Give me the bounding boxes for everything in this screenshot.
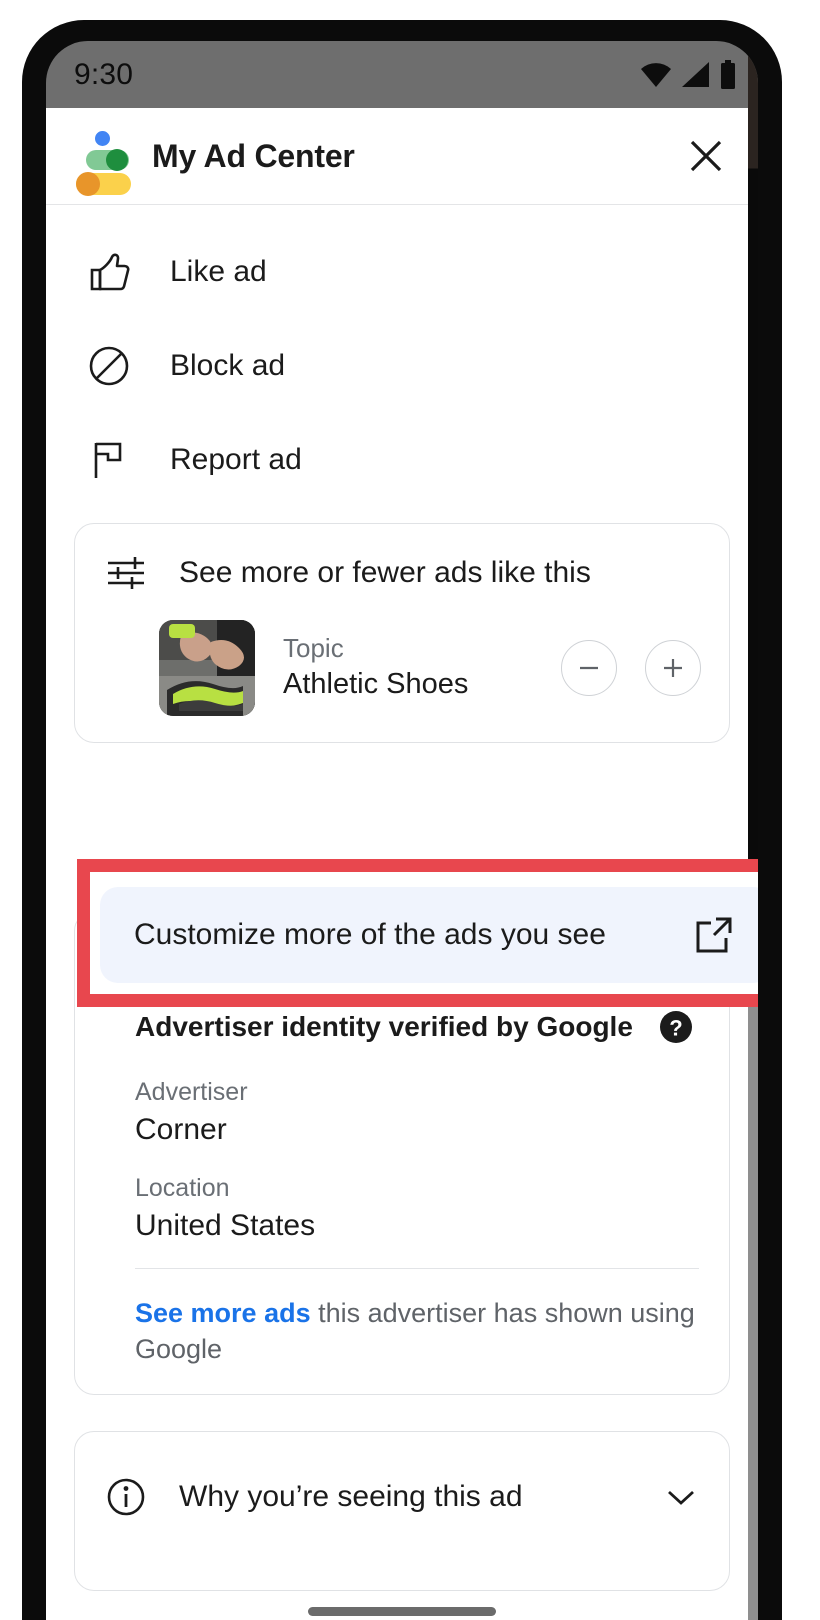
topic-kind-label: Topic	[283, 632, 344, 663]
open-in-new-icon	[691, 912, 737, 958]
page-title: My Ad Center	[152, 137, 355, 174]
tune-sliders-icon	[103, 550, 149, 596]
location-field: Location United States	[135, 1172, 699, 1246]
phone-screen: 9:30 My Ad Center Like ad Block ad Repor…	[46, 41, 758, 1620]
advertiser-field-value: Corner	[135, 1112, 227, 1146]
flag-icon	[86, 437, 132, 483]
divider	[135, 1268, 699, 1269]
phone-frame: 9:30 My Ad Center Like ad Block ad Repor…	[22, 20, 782, 1620]
see-more-ads-link[interactable]: See more ads	[135, 1298, 311, 1328]
thumb-up-icon	[86, 249, 132, 295]
status-icons	[640, 59, 736, 90]
home-indicator[interactable]	[308, 1607, 496, 1616]
about-advertiser-body: Advertiser identity verified by Google ?…	[75, 1004, 729, 1394]
advertiser-field: Advertiser Corner	[135, 1076, 699, 1150]
report-ad-label: Report ad	[170, 443, 302, 476]
see-more-ads-note: See more ads this advertiser has shown u…	[135, 1295, 699, 1368]
block-ad-row[interactable]: Block ad	[46, 319, 758, 413]
customize-ads-label: Customize more of the ads you see	[134, 918, 606, 951]
ad-preferences-title: See more or fewer ads like this	[179, 556, 591, 589]
my-ad-center-logo-icon	[76, 131, 131, 196]
close-button[interactable]	[684, 134, 728, 178]
phone-side-bezel	[748, 41, 758, 1620]
advertiser-verified-text: Advertiser identity verified by Google	[135, 1011, 633, 1042]
status-time: 9:30	[74, 57, 134, 91]
help-filled-icon[interactable]: ?	[657, 1008, 695, 1046]
topic-name: Athletic Shoes	[283, 668, 469, 701]
topic-row: Topic Athletic Shoes	[75, 606, 729, 742]
why-seeing-ad-title: Why you’re seeing this ad	[179, 1479, 523, 1513]
ad-preferences-header: See more or fewer ads like this	[75, 524, 729, 606]
svg-text:?: ?	[669, 1016, 682, 1041]
customize-ads-button[interactable]: Customize more of the ads you see	[100, 887, 758, 983]
sheet-header: My Ad Center	[46, 108, 758, 205]
athletic-shoe-photo	[159, 620, 255, 716]
like-ad-row[interactable]: Like ad	[46, 225, 758, 319]
location-field-label: Location	[135, 1174, 230, 1202]
advertiser-verified-row: Advertiser identity verified by Google ?	[135, 1008, 699, 1046]
location-field-value: United States	[135, 1208, 316, 1242]
my-ad-center-sheet: My Ad Center Like ad Block ad Report ad …	[46, 108, 758, 1620]
topic-controls	[561, 640, 701, 696]
info-icon	[103, 1474, 149, 1520]
fewer-ads-button[interactable]	[561, 640, 617, 696]
signal-icon	[681, 61, 711, 88]
like-ad-label: Like ad	[170, 255, 267, 288]
wifi-icon	[640, 62, 672, 88]
advertiser-field-label: Advertiser	[135, 1078, 248, 1106]
topic-text: Topic Athletic Shoes	[283, 632, 468, 704]
battery-icon	[720, 59, 736, 90]
why-seeing-ad-header[interactable]: Why you’re seeing this ad	[75, 1432, 729, 1530]
close-icon	[686, 136, 726, 176]
more-ads-button[interactable]	[645, 640, 701, 696]
block-icon	[86, 343, 132, 389]
report-ad-row[interactable]: Report ad	[46, 413, 758, 507]
status-bar: 9:30	[46, 41, 758, 108]
ad-preferences-card: See more or fewer ads like this Topic At…	[74, 523, 730, 743]
why-seeing-ad-card[interactable]: Why you’re seeing this ad	[74, 1430, 730, 1591]
chevron-down-icon[interactable]	[661, 1477, 701, 1517]
block-ad-label: Block ad	[170, 349, 286, 382]
screenshot-root: 9:30 My Ad Center Like ad Block ad Repor…	[0, 0, 820, 1620]
